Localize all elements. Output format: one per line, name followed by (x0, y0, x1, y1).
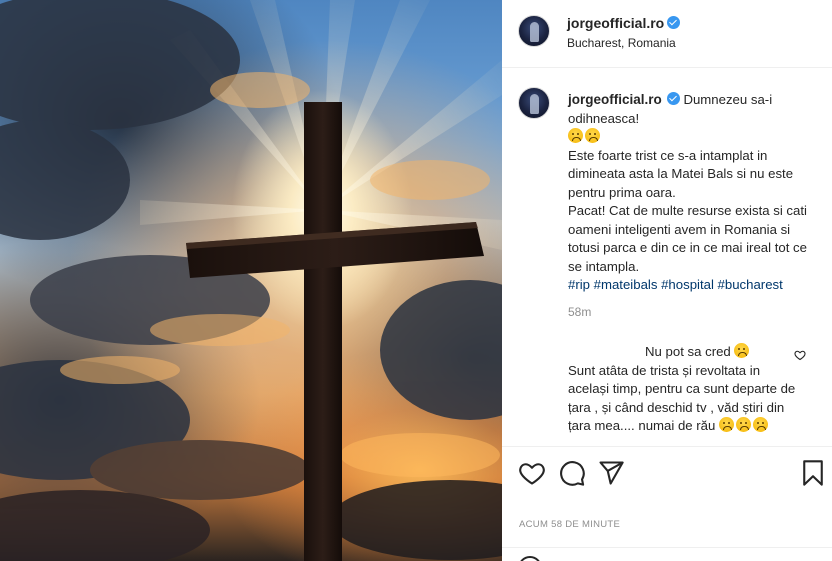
photo-scene (0, 0, 502, 561)
comment-first-line-text: Nu pot sa cred (645, 344, 731, 359)
caption-hashtags[interactable]: #rip #mateibals #hospital #bucharest (568, 276, 818, 295)
post-header: jorgeofficial.ro Bucharest, Romania (502, 0, 832, 68)
sad-face-emoji (585, 128, 600, 143)
post-side-panel: jorgeofficial.ro Bucharest, Romania jorg… (502, 0, 832, 561)
sad-face-emoji (736, 417, 752, 432)
paper-plane-icon[interactable] (597, 459, 625, 487)
sad-face-emoji (734, 343, 750, 358)
verified-badge-icon (666, 92, 680, 105)
post-photo[interactable] (0, 0, 502, 561)
caption-text: jorgeofficial.ro Dumnezeu sa-i odihneasc… (568, 91, 818, 295)
caption-username[interactable]: jorgeofficial.ro (568, 92, 662, 107)
post-actions: ACUM 58 DE MINUTE (502, 446, 832, 561)
comment-icon[interactable] (558, 459, 586, 487)
caption-emojis (568, 128, 818, 147)
comment-like-heart-icon[interactable] (794, 349, 806, 361)
caption-avatar[interactable] (518, 87, 550, 119)
verified-badge-icon (667, 16, 681, 29)
caption-line-3: Pacat! Cat de multe resurse exista si ca… (568, 203, 807, 274)
add-comment-row (502, 547, 832, 561)
author-username[interactable]: jorgeofficial.ro (567, 15, 664, 31)
caption-time-ago[interactable]: 58m (568, 305, 591, 319)
bookmark-icon[interactable] (799, 459, 827, 487)
comment-text: Nu pot sa cred Sunt atâta de trista și r… (568, 343, 798, 436)
sad-face-emoji (568, 128, 583, 143)
author-name-row: jorgeofficial.ro (567, 15, 681, 33)
comment-first-line: Nu pot sa cred (568, 343, 798, 362)
caption-line-2: Este foarte trist ce s-a intamplat in di… (568, 147, 794, 200)
sad-face-emoji (753, 417, 769, 432)
sad-face-emoji (719, 417, 735, 432)
author-avatar[interactable] (518, 15, 550, 47)
post-timestamp[interactable]: ACUM 58 DE MINUTE (519, 519, 620, 530)
post-location[interactable]: Bucharest, Romania (567, 36, 676, 50)
emoji-picker-icon[interactable] (518, 556, 542, 561)
comments-list[interactable]: jorgeofficial.ro Dumnezeu sa-i odihneasc… (502, 69, 832, 446)
heart-icon[interactable] (518, 459, 546, 487)
